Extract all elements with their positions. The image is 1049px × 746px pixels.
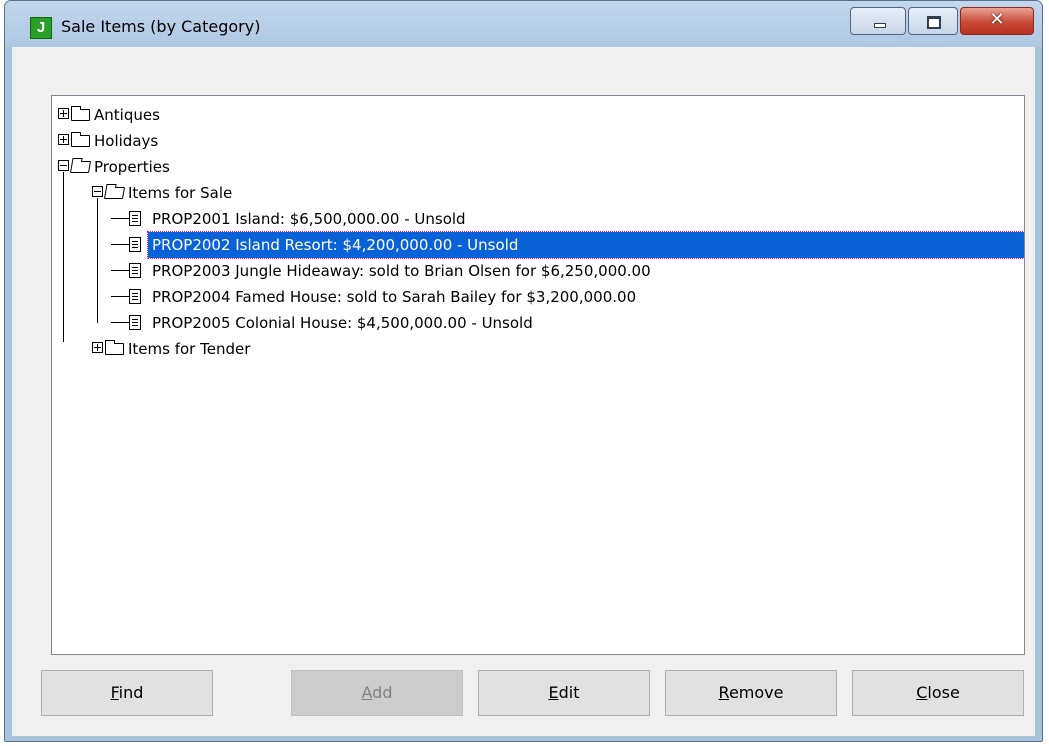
- tree-node-label: Items for Tender: [128, 340, 251, 358]
- folder-icon: [105, 340, 124, 355]
- close-button[interactable]: Close: [852, 670, 1024, 716]
- tree-node-label: Antiques: [94, 106, 160, 124]
- tree-item-node[interactable]: PROP2005 Colonial House: $4,500,000.00 -…: [52, 310, 1024, 336]
- tree-node-label: PROP2004 Famed House: sold to Sarah Bail…: [152, 288, 637, 306]
- tree-connector-line: [111, 270, 129, 271]
- tree-folder-node[interactable]: Items for Tender: [52, 336, 1024, 362]
- tree-node-label: PROP2001 Island: $6,500,000.00 - Unsold: [152, 210, 466, 228]
- minimize-icon: [874, 23, 886, 28]
- maximize-icon: [927, 16, 941, 29]
- dialog-window: J Sale Items (by Category) ✕ Antiques Hol…: [4, 0, 1043, 742]
- window-title: Sale Items (by Category): [61, 17, 261, 36]
- app-icon: J: [30, 17, 52, 39]
- tree-folder-node[interactable]: Holidays: [52, 128, 1024, 154]
- tree-node-label: Holidays: [94, 132, 159, 150]
- folder-icon: [71, 106, 90, 121]
- tree-node-label: PROP2005 Colonial House: $4,500,000.00 -…: [152, 314, 533, 332]
- folder-icon: [71, 132, 90, 147]
- tree-node-label: PROP2002 Island Resort: $4,200,000.00 - …: [152, 236, 519, 254]
- document-icon: [129, 263, 141, 278]
- tree-connector-line: [111, 244, 129, 245]
- category-tree[interactable]: Antiques Holidays Properties Items for Sale…: [51, 95, 1025, 655]
- collapse-minus-icon[interactable]: [58, 160, 69, 171]
- document-icon: [129, 237, 141, 252]
- tree-item-node[interactable]: PROP2004 Famed House: sold to Sarah Bail…: [52, 284, 1024, 310]
- find-button[interactable]: Find: [41, 670, 213, 716]
- collapse-minus-icon[interactable]: [92, 186, 103, 197]
- tree-node-label: PROP2003 Jungle Hideaway: sold to Brian …: [152, 262, 651, 280]
- document-icon: [129, 315, 141, 330]
- close-window-button[interactable]: ✕: [960, 7, 1034, 35]
- tree-folder-node[interactable]: Antiques: [52, 102, 1024, 128]
- folder-open-icon: [103, 187, 126, 199]
- expand-plus-icon[interactable]: [92, 342, 103, 353]
- tree-node-label: Properties: [94, 158, 170, 176]
- title-bar[interactable]: J Sale Items (by Category) ✕: [5, 1, 1042, 47]
- remove-button[interactable]: Remove: [665, 670, 837, 716]
- edit-button[interactable]: Edit: [478, 670, 650, 716]
- tree-connector-line: [111, 296, 129, 297]
- expand-plus-icon[interactable]: [58, 108, 69, 119]
- folder-open-icon: [69, 161, 92, 173]
- tree-connector-line: [97, 198, 98, 323]
- tree-item-node[interactable]: PROP2002 Island Resort: $4,200,000.00 - …: [52, 231, 1024, 259]
- tree-connector-line: [111, 322, 129, 323]
- tree-connector-line: [63, 172, 64, 342]
- tree-node-label: Items for Sale: [128, 184, 233, 202]
- tree-folder-node[interactable]: Properties: [52, 154, 1024, 180]
- document-icon: [129, 211, 141, 226]
- tree-item-node[interactable]: PROP2003 Jungle Hideaway: sold to Brian …: [52, 258, 1024, 284]
- close-icon: ✕: [989, 9, 1005, 29]
- tree-connector-line: [111, 218, 129, 219]
- minimize-button[interactable]: [850, 7, 906, 35]
- tree-folder-node[interactable]: Items for Sale: [52, 180, 1024, 206]
- tree-item-node[interactable]: PROP2001 Island: $6,500,000.00 - Unsold: [52, 206, 1024, 232]
- add-button: Add: [291, 670, 463, 716]
- maximize-button[interactable]: [908, 7, 958, 35]
- dialog-client-area: Antiques Holidays Properties Items for Sale…: [12, 47, 1035, 736]
- document-icon: [129, 289, 141, 304]
- expand-plus-icon[interactable]: [58, 134, 69, 145]
